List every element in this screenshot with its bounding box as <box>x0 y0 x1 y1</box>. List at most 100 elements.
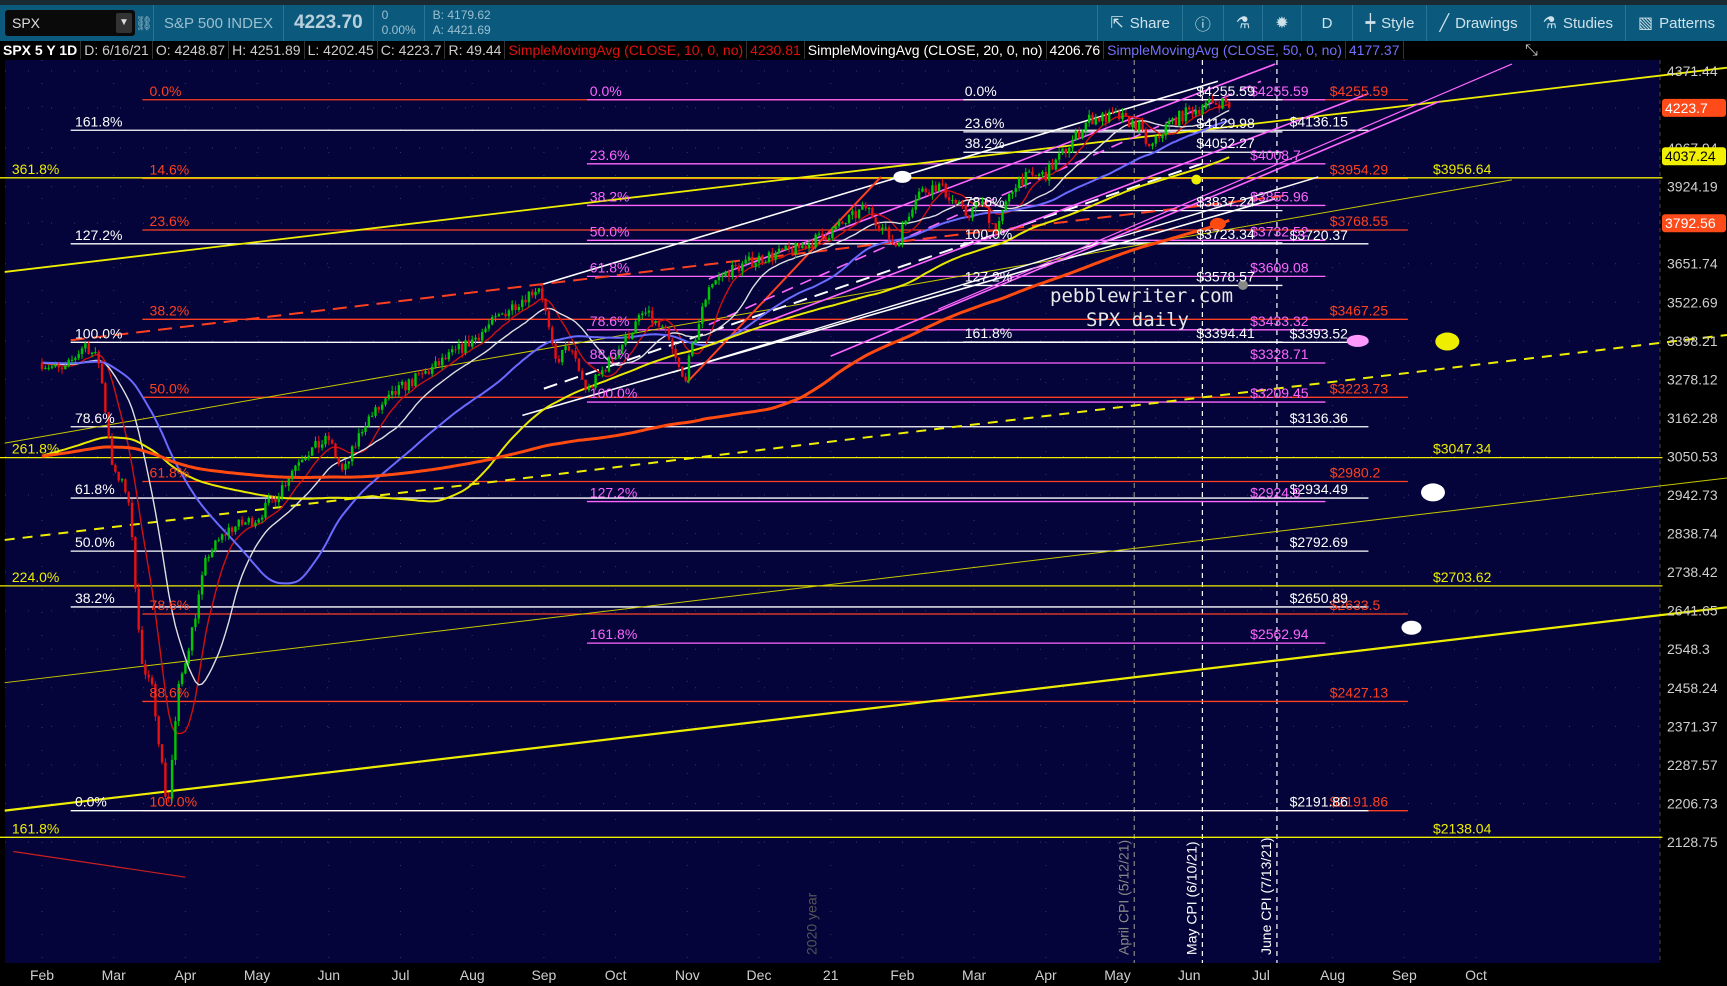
candle-body <box>284 485 287 487</box>
flask-button[interactable]: ⚗ <box>1222 5 1262 41</box>
candle-body <box>771 252 774 260</box>
candle-body <box>921 188 924 192</box>
candle-body <box>994 223 997 234</box>
info-button[interactable]: ⓘ <box>1181 5 1223 41</box>
candle-body <box>347 461 351 464</box>
pct-change: 0.00% <box>381 23 416 37</box>
trendline <box>540 80 1219 286</box>
candle-body <box>941 183 944 185</box>
candle-body <box>1188 107 1191 110</box>
studies-button[interactable]: ⚗ Studies <box>1529 5 1625 41</box>
x-tick-label: Feb <box>30 967 54 983</box>
candle-body <box>1017 178 1021 189</box>
fib-pct-label: 0.0% <box>150 83 182 99</box>
candle-body <box>914 199 917 210</box>
candle-body <box>1041 171 1044 175</box>
candle-body <box>984 200 987 207</box>
candle-body <box>647 310 651 313</box>
fib-pct-label: 100.0% <box>75 325 122 341</box>
fib-pct-label: 100.0% <box>965 226 1012 242</box>
candle-body <box>924 188 927 193</box>
candle-body <box>1094 117 1098 125</box>
fib-price-label: $3956.64 <box>1433 161 1492 177</box>
legend-sma20[interactable]: SimpleMovingAvg (CLOSE, 20, 0, no) <box>805 41 1047 59</box>
fib-pct-label: 14.6% <box>150 161 190 177</box>
fib-price-label: $4129.98 <box>1196 115 1255 131</box>
fib-price-label: $3609.08 <box>1250 259 1309 275</box>
candle-body <box>130 502 134 538</box>
trendline <box>4 333 1727 541</box>
ask: A: 4421.69 <box>432 23 491 37</box>
candle-body <box>591 386 594 388</box>
y-tick-label: 2738.42 <box>1667 564 1718 580</box>
style-button[interactable]: ┿ Style <box>1352 5 1426 41</box>
fib-price-label: $4136.15 <box>1290 113 1349 129</box>
y-tick-label: 2641.65 <box>1667 603 1718 619</box>
candle-body <box>871 207 874 218</box>
fib-pct-label: 161.8% <box>965 325 1012 341</box>
candle-body <box>84 343 87 349</box>
fib-price-label: $2792.69 <box>1290 534 1349 550</box>
fib-pct-label: 38.2% <box>75 590 115 606</box>
candle-body <box>220 534 224 540</box>
candle-body <box>797 242 801 248</box>
candle-body <box>117 471 120 481</box>
candle-body <box>677 357 681 368</box>
candle-body <box>907 216 911 221</box>
fib-pct-label: 23.6% <box>590 147 630 163</box>
link-icon[interactable]: ⛓ <box>135 15 153 32</box>
flask-icon: ⚗ <box>1235 15 1251 32</box>
candle-body <box>1157 136 1161 139</box>
candle-body <box>957 201 961 204</box>
legend-sma50[interactable]: SimpleMovingAvg (CLOSE, 50, 0, no) <box>1104 41 1346 59</box>
fib-pct-label: 127.2% <box>590 485 637 501</box>
candle-body <box>1014 188 1017 193</box>
trendline <box>543 159 1212 390</box>
moving-average-100 <box>41 156 1230 503</box>
settings-button[interactable]: ✹ <box>1262 5 1300 41</box>
y-tick-label: 3924.19 <box>1667 179 1718 195</box>
fib-pct-label: 224.0% <box>12 569 59 585</box>
candle-body <box>54 364 57 367</box>
candle-body <box>767 252 771 263</box>
trendline <box>522 198 1276 417</box>
marker-dot <box>1209 217 1226 230</box>
watermark-title: SPX daily <box>1086 309 1189 331</box>
candle-body <box>234 526 237 532</box>
legend-sma10[interactable]: SimpleMovingAvg (CLOSE, 10, 0, no) <box>505 41 748 59</box>
candle-body <box>611 357 614 360</box>
symbol-input[interactable]: SPX ▼ <box>5 10 135 36</box>
candle-body <box>701 306 704 324</box>
candle-body <box>87 343 90 355</box>
candle-body <box>67 359 70 366</box>
candle-body <box>427 371 431 374</box>
price-chart[interactable]: April CPI (5/12/21) May CPI (6/10/21) June… <box>0 0 1727 986</box>
drawings-button[interactable]: ╱ Drawings <box>1426 5 1529 41</box>
aggregation-button[interactable]: D <box>1300 5 1353 41</box>
candle-body <box>210 550 214 557</box>
share-button[interactable]: ⇱ Share <box>1097 5 1181 41</box>
candle-body <box>297 462 300 466</box>
candle-body <box>380 404 384 410</box>
candle-body <box>671 339 674 349</box>
moving-average-200 <box>41 218 1230 479</box>
candle-body <box>137 588 140 630</box>
candle-body <box>40 362 44 370</box>
candle-body <box>237 519 240 527</box>
chevron-down-icon[interactable]: ▼ <box>116 13 132 33</box>
candle-body <box>154 683 157 717</box>
bid: B: 4179.62 <box>432 8 491 22</box>
fib-price-label: $3433.32 <box>1250 313 1309 329</box>
candle-body <box>260 517 264 520</box>
patterns-button[interactable]: ▧ Patterns <box>1625 5 1727 41</box>
legend-range: R: 49.44 <box>445 41 506 59</box>
candle-body <box>1131 120 1134 127</box>
watermark-site: pebblewriter.com <box>1050 285 1233 307</box>
candle-body <box>734 264 737 266</box>
candle-body <box>477 337 481 341</box>
instrument-name: S&P 500 INDEX <box>164 14 273 32</box>
candle-body <box>1114 111 1118 113</box>
trendline <box>70 195 1283 342</box>
fib-price-label: $3393.52 <box>1290 325 1349 341</box>
candle-body <box>144 663 147 675</box>
